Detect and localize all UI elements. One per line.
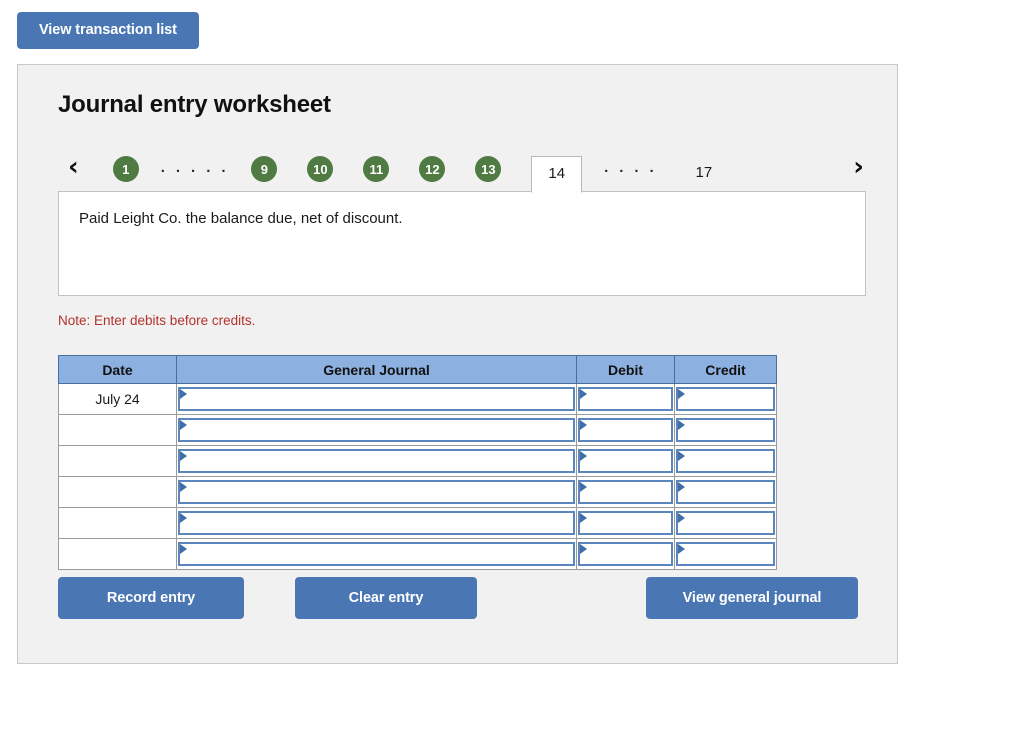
journal-entry-worksheet-panel: Journal entry worksheet ‹ 1 · · · · · 9 10 1… (17, 64, 898, 664)
cell-general-journal[interactable] (176, 445, 577, 477)
cell-date[interactable] (58, 538, 177, 570)
table-header-row: Date General Journal Debit Credit (58, 355, 777, 384)
tab-10[interactable]: 10 (307, 156, 334, 182)
input-general-journal[interactable] (178, 480, 575, 504)
input-credit[interactable] (676, 449, 775, 473)
transaction-description-text: Paid Leight Co. the balance due, net of … (79, 210, 403, 227)
cell-date[interactable]: July 24 (58, 383, 177, 415)
tab-11[interactable]: 11 (363, 156, 390, 182)
input-credit[interactable] (676, 387, 775, 411)
dropdown-triangle-icon[interactable] (580, 420, 587, 430)
cell-general-journal[interactable] (176, 414, 577, 446)
cell-general-journal[interactable] (176, 383, 577, 415)
tab-14-active[interactable]: 14 (531, 156, 583, 193)
dropdown-triangle-icon[interactable] (678, 389, 685, 399)
cell-general-journal[interactable] (176, 476, 577, 508)
dropdown-triangle-icon[interactable] (180, 513, 187, 523)
tab-1[interactable]: 1 (112, 156, 139, 182)
input-debit[interactable] (578, 480, 673, 504)
input-credit[interactable] (676, 418, 775, 442)
cell-date[interactable] (58, 414, 177, 446)
input-debit[interactable] (578, 511, 673, 535)
dropdown-triangle-icon[interactable] (180, 544, 187, 554)
dropdown-triangle-icon[interactable] (180, 420, 187, 430)
cell-debit[interactable] (576, 507, 675, 539)
table-row (58, 538, 777, 570)
dropdown-triangle-icon[interactable] (180, 482, 187, 492)
cell-general-journal[interactable] (176, 507, 577, 539)
dropdown-triangle-icon[interactable] (580, 544, 587, 554)
cell-credit[interactable] (674, 476, 777, 508)
cell-credit[interactable] (674, 383, 777, 415)
input-general-journal[interactable] (178, 387, 575, 411)
tab-ellipsis: · · · · (604, 163, 658, 180)
table-row (58, 445, 777, 477)
dropdown-triangle-icon[interactable] (678, 482, 685, 492)
input-credit[interactable] (676, 511, 775, 535)
tab-13[interactable]: 13 (475, 156, 502, 182)
dropdown-triangle-icon[interactable] (180, 451, 187, 461)
input-debit[interactable] (578, 542, 673, 566)
dropdown-triangle-icon[interactable] (678, 544, 685, 554)
input-credit[interactable] (676, 542, 775, 566)
column-header-general-journal: General Journal (176, 355, 577, 384)
dropdown-triangle-icon[interactable] (580, 451, 587, 461)
dropdown-triangle-icon[interactable] (678, 420, 685, 430)
column-header-credit: Credit (674, 355, 777, 384)
cell-debit[interactable] (576, 383, 675, 415)
cell-credit[interactable] (674, 507, 777, 539)
dropdown-triangle-icon[interactable] (180, 389, 187, 399)
input-debit[interactable] (578, 418, 673, 442)
input-general-journal[interactable] (178, 418, 575, 442)
dropdown-triangle-icon[interactable] (580, 513, 587, 523)
cell-date[interactable] (58, 507, 177, 539)
column-header-debit: Debit (576, 355, 675, 384)
dropdown-triangle-icon[interactable] (580, 482, 587, 492)
tab-17[interactable]: 17 (696, 164, 713, 181)
dropdown-triangle-icon[interactable] (580, 389, 587, 399)
cell-date[interactable] (58, 445, 177, 477)
input-credit[interactable] (676, 480, 775, 504)
cell-debit[interactable] (576, 414, 675, 446)
transaction-description-box: Paid Leight Co. the balance due, net of … (58, 191, 866, 296)
cell-debit[interactable] (576, 445, 675, 477)
cell-credit[interactable] (674, 538, 777, 570)
view-transaction-list-button[interactable]: View transaction list (17, 12, 199, 49)
cell-credit[interactable] (674, 414, 777, 446)
dropdown-triangle-icon[interactable] (678, 451, 685, 461)
tab-ellipsis: · · · · · (160, 163, 230, 180)
dropdown-triangle-icon[interactable] (678, 513, 685, 523)
page-title: Journal entry worksheet (58, 91, 331, 118)
general-journal-table: Date General Journal Debit Credit July 2… (58, 355, 777, 570)
cell-debit[interactable] (576, 538, 675, 570)
record-entry-button[interactable]: Record entry (58, 577, 244, 619)
cell-debit[interactable] (576, 476, 675, 508)
cell-credit[interactable] (674, 445, 777, 477)
worksheet-tab-strip: ‹ 1 · · · · · 9 10 11 12 13 14 · · · · 17 › (58, 137, 870, 193)
column-header-date: Date (58, 355, 177, 384)
input-debit[interactable] (578, 449, 673, 473)
tab-12[interactable]: 12 (419, 156, 446, 182)
debits-before-credits-note: Note: Enter debits before credits. (58, 313, 256, 328)
view-general-journal-button[interactable]: View general journal (646, 577, 858, 619)
top-toolbar: View transaction list (17, 12, 199, 49)
input-debit[interactable] (578, 387, 673, 411)
clear-entry-button[interactable]: Clear entry (295, 577, 477, 619)
input-general-journal[interactable] (178, 542, 575, 566)
table-row (58, 476, 777, 508)
tab-9[interactable]: 9 (251, 156, 278, 182)
table-row: July 24 (58, 383, 777, 415)
cell-date[interactable] (58, 476, 177, 508)
table-row (58, 507, 777, 539)
chevron-left-icon[interactable]: ‹ (68, 154, 79, 192)
input-general-journal[interactable] (178, 511, 575, 535)
chevron-right-icon[interactable]: › (853, 154, 864, 192)
cell-general-journal[interactable] (176, 538, 577, 570)
input-general-journal[interactable] (178, 449, 575, 473)
table-row (58, 414, 777, 446)
